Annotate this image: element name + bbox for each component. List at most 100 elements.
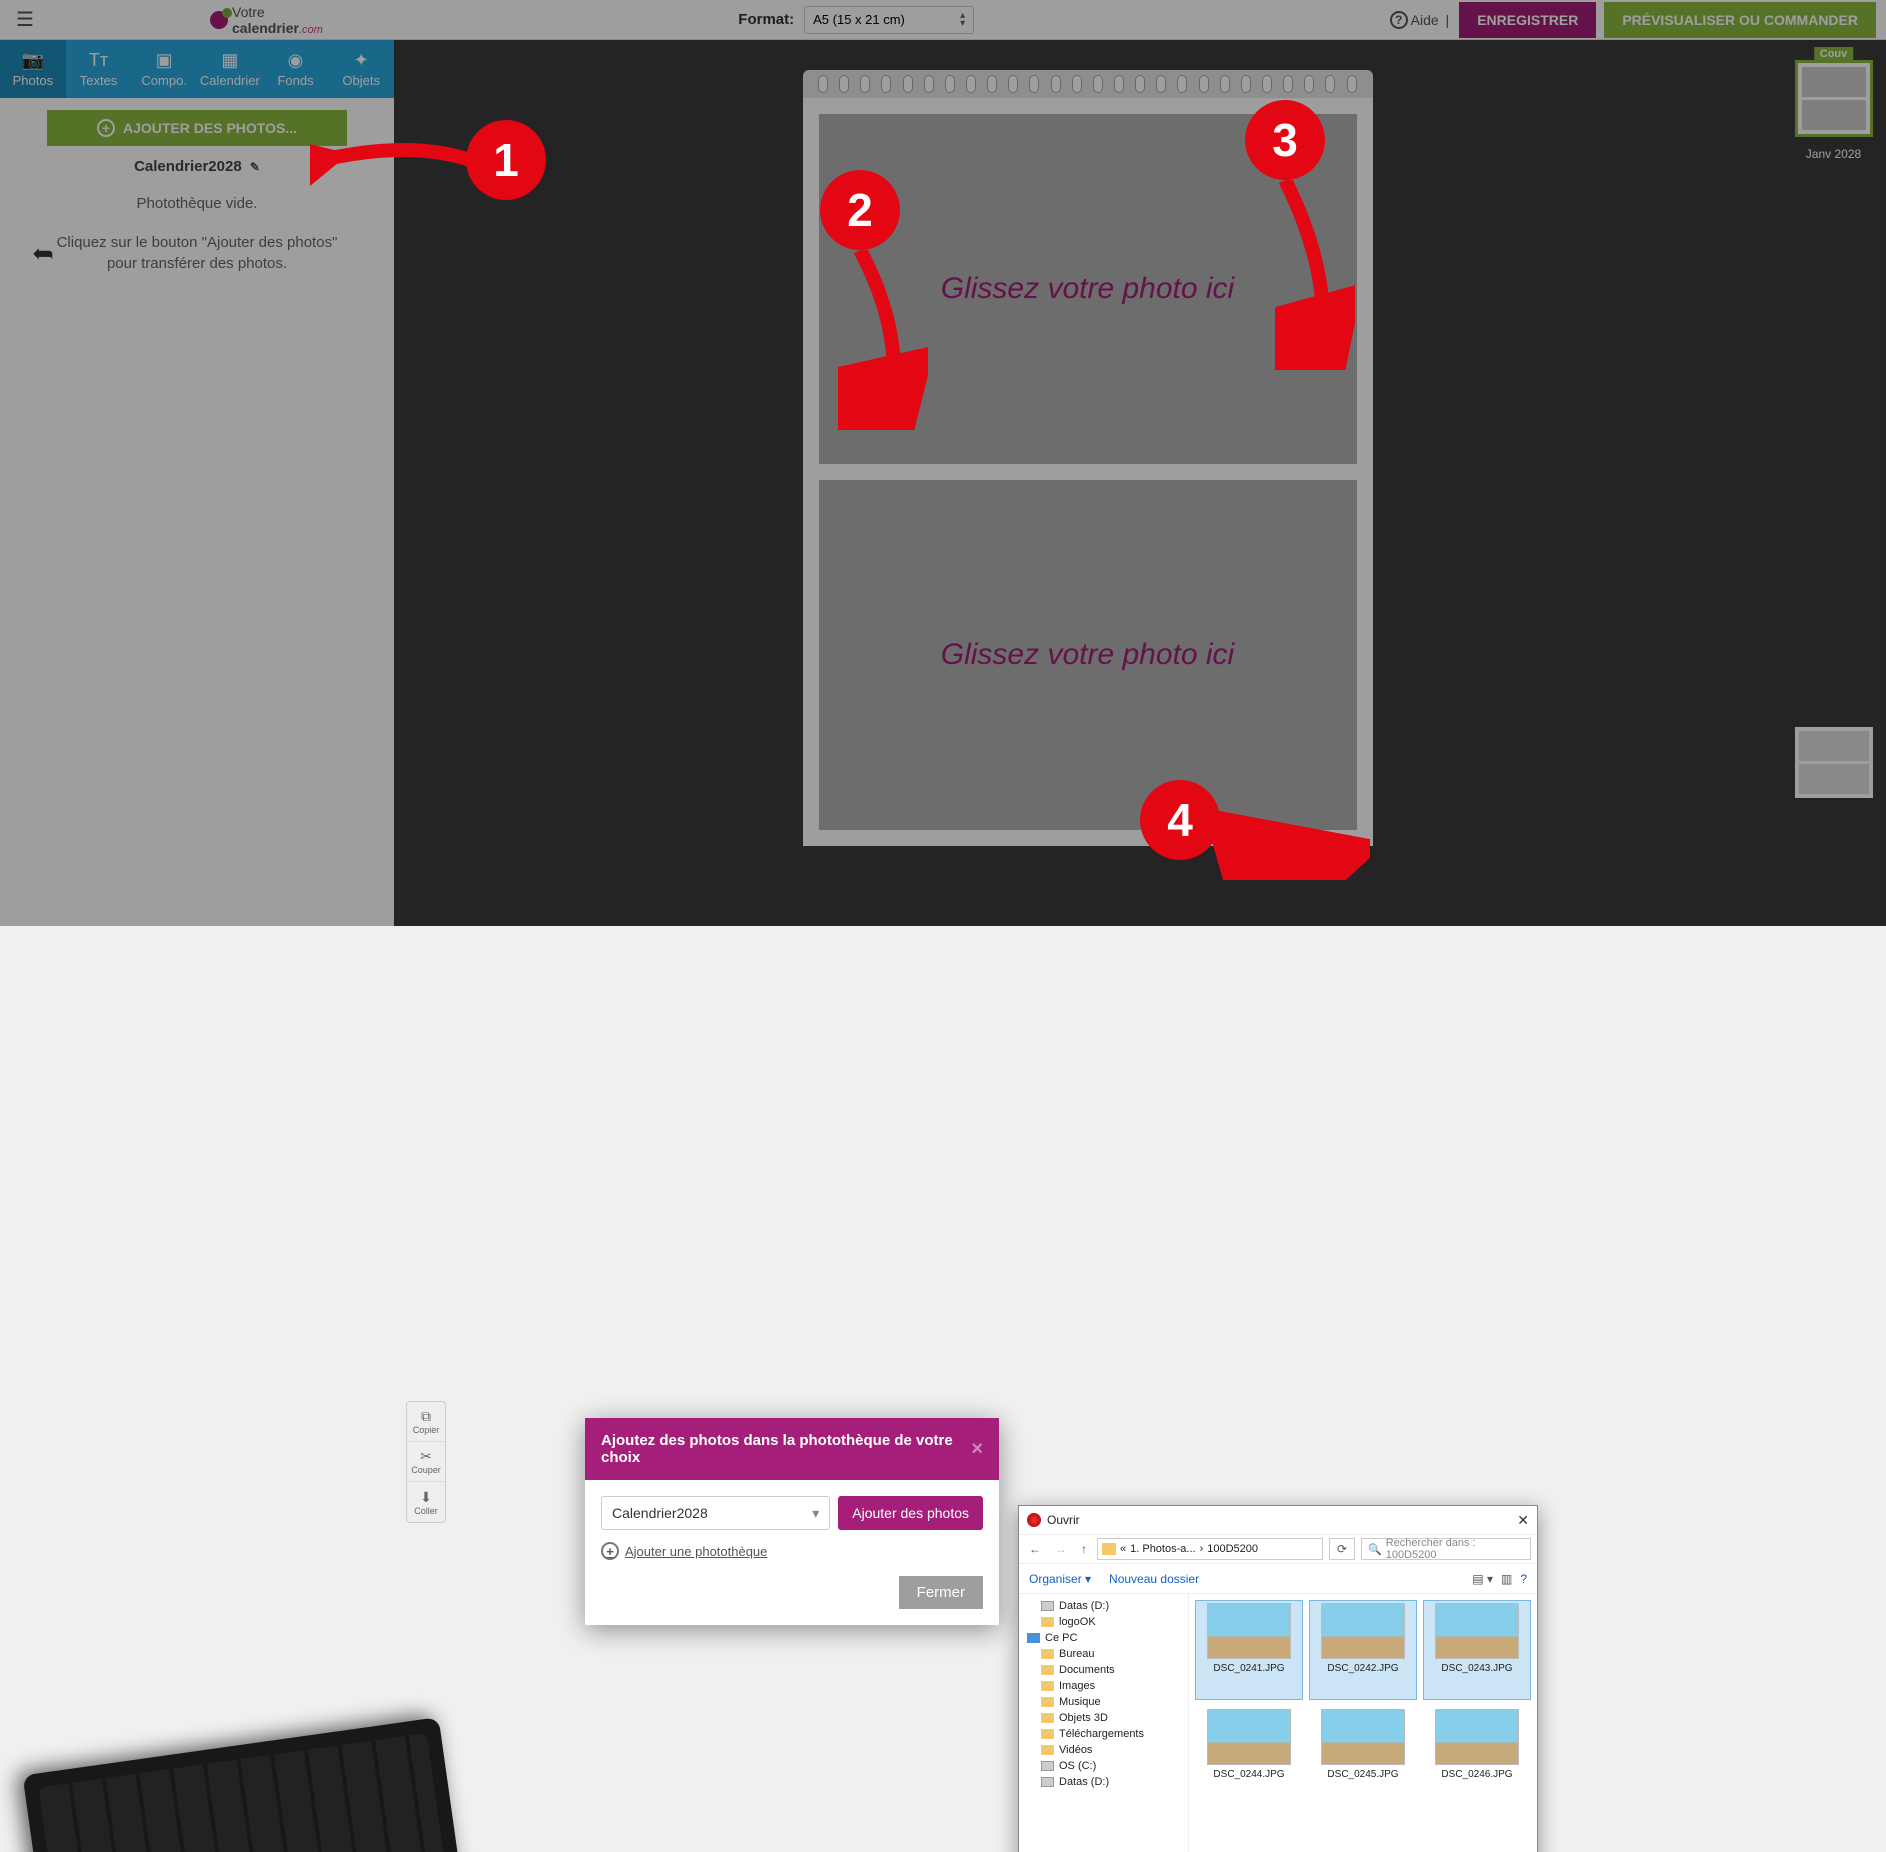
tree-item[interactable]: Ce PC bbox=[1025, 1630, 1182, 1646]
preview-order-button[interactable]: PRÉVISUALISER OU COMMANDER bbox=[1604, 2, 1876, 38]
thumb-mini bbox=[1802, 100, 1866, 130]
tool-couper[interactable]: ✂Couper bbox=[407, 1442, 445, 1482]
annotation-badge-4: 4 bbox=[1140, 780, 1220, 860]
tab-label: Compo. bbox=[141, 73, 187, 88]
tree-label: Ce PC bbox=[1045, 1632, 1077, 1644]
add-photos-submit-button[interactable]: Ajouter des photos bbox=[838, 1496, 983, 1530]
file-name: DSC_0246.JPG bbox=[1441, 1769, 1512, 1780]
logo-text-1: Votre bbox=[232, 4, 265, 20]
tab-fonds[interactable]: ◉Fonds bbox=[263, 40, 329, 98]
drive-icon bbox=[1041, 1761, 1054, 1771]
tree-item[interactable]: Téléchargements bbox=[1039, 1726, 1182, 1742]
path-box[interactable]: « 1. Photos-a... › 100D5200 bbox=[1097, 1538, 1323, 1560]
pencil-icon[interactable]: ✎ bbox=[250, 160, 260, 174]
tree-label: Téléchargements bbox=[1059, 1728, 1144, 1740]
tree-item[interactable]: Datas (D:) bbox=[1039, 1774, 1182, 1790]
folder-icon bbox=[1041, 1617, 1054, 1627]
nav-up-icon[interactable]: ↑ bbox=[1077, 1540, 1091, 1558]
view-details-icon[interactable]: ▥ bbox=[1501, 1572, 1512, 1586]
tab-label: Photos bbox=[13, 73, 53, 88]
sidebar-inner: + AJOUTER DES PHOTOS... Calendrier2028 ✎… bbox=[0, 98, 394, 274]
logo-icon bbox=[210, 11, 228, 29]
logo-suffix: .com bbox=[299, 24, 323, 36]
file-item[interactable]: DSC_0242.JPG bbox=[1309, 1600, 1417, 1700]
photo-slot-2[interactable]: Glissez votre photo ici bbox=[819, 480, 1357, 830]
select-arrows-icon: ▴▾ bbox=[960, 12, 965, 28]
tree-item[interactable]: Objets 3D bbox=[1039, 1710, 1182, 1726]
tab-compo[interactable]: ▣Compo. bbox=[131, 40, 197, 98]
tree-item[interactable]: Images bbox=[1039, 1678, 1182, 1694]
file-item[interactable]: DSC_0241.JPG bbox=[1195, 1600, 1303, 1700]
dialog-close-icon[interactable]: × bbox=[971, 1438, 983, 1461]
folder-icon bbox=[1041, 1681, 1054, 1691]
add-photos-button[interactable]: + AJOUTER DES PHOTOS... bbox=[47, 110, 347, 146]
path-part: 100D5200 bbox=[1207, 1543, 1258, 1555]
tool-icon: ⬇ bbox=[420, 1489, 432, 1506]
dialog-close-button[interactable]: Fermer bbox=[899, 1576, 983, 1609]
help-label: Aide bbox=[1411, 12, 1439, 28]
logo[interactable]: Votre calendrier.com bbox=[210, 4, 323, 36]
drive-icon bbox=[1041, 1777, 1054, 1787]
page-thumbnails: Couv Janv 2028 bbox=[1781, 40, 1886, 926]
format-area: Format: A5 (15 x 21 cm) ▴▾ bbox=[738, 6, 974, 34]
filedlg-help-icon[interactable]: ? bbox=[1520, 1572, 1527, 1586]
folder-icon bbox=[1041, 1745, 1054, 1755]
file-thumbnail bbox=[1207, 1709, 1291, 1765]
annotation-badge-1: 1 bbox=[466, 120, 546, 200]
menu-icon[interactable]: ☰ bbox=[10, 7, 40, 32]
tool-copier[interactable]: ⧉Copier bbox=[407, 1402, 445, 1442]
file-thumbnail bbox=[1435, 1603, 1519, 1659]
chrome-icon bbox=[1027, 1513, 1041, 1527]
tree-item[interactable]: OS (C:) bbox=[1039, 1758, 1182, 1774]
organize-menu[interactable]: Organiser ▾ bbox=[1029, 1572, 1091, 1586]
library-empty-text: Photothèque vide. bbox=[0, 195, 394, 212]
file-item[interactable]: DSC_0243.JPG bbox=[1423, 1600, 1531, 1700]
tool-icon: ✂ bbox=[420, 1448, 432, 1465]
library-select[interactable]: Calendrier2028 ▾ bbox=[601, 1496, 830, 1530]
folder-icon bbox=[1041, 1697, 1054, 1707]
file-grid[interactable]: DSC_0241.JPGDSC_0242.JPGDSC_0243.JPG DSC_… bbox=[1189, 1594, 1537, 1852]
file-name: DSC_0245.JPG bbox=[1327, 1769, 1398, 1780]
folder-tree[interactable]: Datas (D:)logoOKCe PCBureauDocumentsImag… bbox=[1019, 1594, 1189, 1852]
calendar-name[interactable]: Calendrier2028 ✎ bbox=[0, 158, 394, 175]
file-item[interactable]: DSC_0245.JPG bbox=[1309, 1706, 1417, 1806]
filedlg-close-icon[interactable]: ✕ bbox=[1517, 1512, 1529, 1529]
add-photos-dialog: Ajoutez des photos dans la photothèque d… bbox=[585, 1418, 999, 1625]
view-icons: ▤ ▾ ▥ ? bbox=[1472, 1572, 1527, 1586]
tree-item[interactable]: Bureau bbox=[1039, 1646, 1182, 1662]
tree-item[interactable]: Documents bbox=[1039, 1662, 1182, 1678]
tab-photos[interactable]: 📷 Photos bbox=[0, 40, 66, 98]
spiral-binding bbox=[803, 70, 1373, 98]
annotation-badge-3: 3 bbox=[1245, 100, 1325, 180]
filedlg-search-input[interactable]: 🔍 Rechercher dans : 100D5200 bbox=[1361, 1538, 1531, 1560]
tab-objets[interactable]: ✦Objets bbox=[328, 40, 394, 98]
thumb-cover[interactable]: Couv bbox=[1795, 60, 1873, 137]
file-name: DSC_0244.JPG bbox=[1213, 1769, 1284, 1780]
tab-icon: 📷 bbox=[22, 50, 44, 71]
tree-item[interactable]: Vidéos bbox=[1039, 1742, 1182, 1758]
tree-label: Bureau bbox=[1059, 1648, 1094, 1660]
nav-forward-icon[interactable]: → bbox=[1051, 1540, 1071, 1558]
nav-back-icon[interactable]: ← bbox=[1025, 1540, 1045, 1558]
plus-circle-icon: + bbox=[601, 1542, 619, 1560]
file-item[interactable]: DSC_0244.JPG bbox=[1195, 1706, 1303, 1806]
format-select[interactable]: A5 (15 x 21 cm) ▴▾ bbox=[804, 6, 974, 34]
thumb-month-1[interactable] bbox=[1795, 727, 1873, 798]
save-button[interactable]: ENREGISTRER bbox=[1459, 2, 1596, 38]
thumb-mini bbox=[1799, 731, 1869, 761]
file-item[interactable]: DSC_0246.JPG bbox=[1423, 1706, 1531, 1806]
new-folder-button[interactable]: Nouveau dossier bbox=[1109, 1572, 1199, 1586]
tool-coller[interactable]: ⬇Coller bbox=[407, 1482, 445, 1522]
tree-label: OS (C:) bbox=[1059, 1760, 1096, 1772]
tree-item[interactable]: Datas (D:) bbox=[1039, 1598, 1182, 1614]
refresh-icon[interactable]: ⟳ bbox=[1329, 1538, 1355, 1560]
help-link[interactable]: ? Aide | bbox=[1390, 11, 1450, 29]
tree-item[interactable]: logoOK bbox=[1039, 1614, 1182, 1630]
add-library-link[interactable]: + Ajouter une photothèque bbox=[601, 1542, 983, 1560]
tab-textes[interactable]: TᴛTextes bbox=[66, 40, 132, 98]
tab-icon: ✦ bbox=[354, 50, 369, 71]
tree-item[interactable]: Musique bbox=[1039, 1694, 1182, 1710]
format-label: Format: bbox=[738, 11, 794, 28]
tab-calendrier[interactable]: ▦Calendrier bbox=[197, 40, 263, 98]
view-thumbnails-icon[interactable]: ▤ ▾ bbox=[1472, 1572, 1493, 1586]
